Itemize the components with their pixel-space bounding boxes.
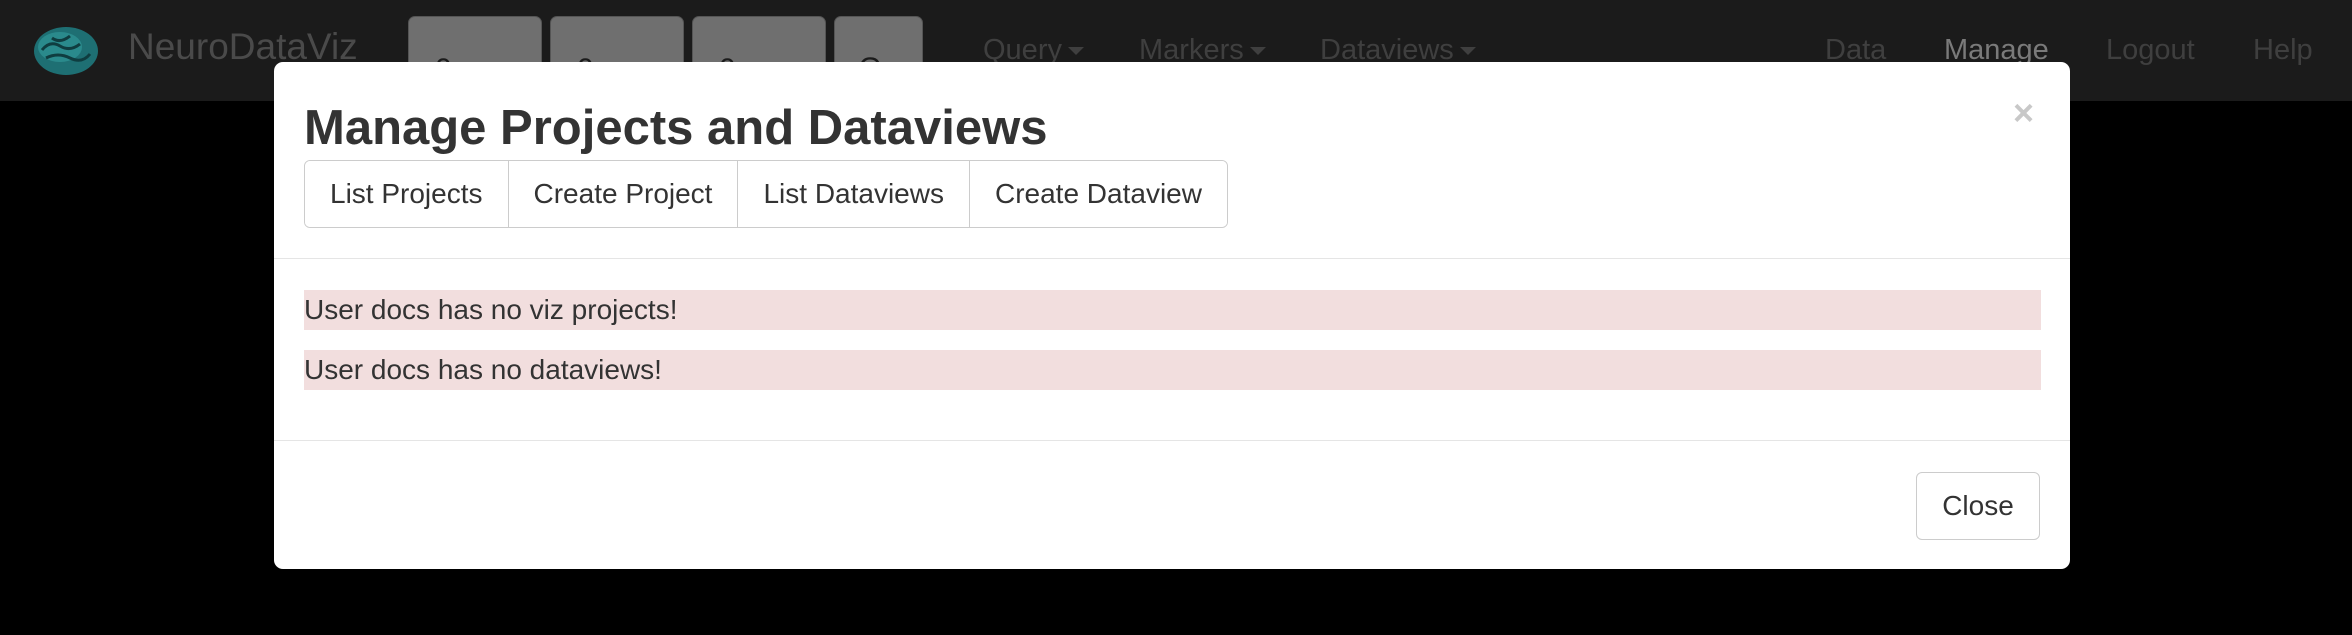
- list-dataviews-button[interactable]: List Dataviews: [738, 161, 970, 227]
- create-project-button[interactable]: Create Project: [508, 161, 739, 227]
- create-dataview-button[interactable]: Create Dataview: [969, 161, 1227, 227]
- modal-title: Manage Projects and Dataviews: [304, 101, 1048, 155]
- modal-tab-group: List Projects Create Project List Datavi…: [304, 160, 1228, 228]
- caret-down-icon: [1459, 47, 1476, 56]
- caret-down-icon: [1249, 47, 1266, 56]
- manage-modal: Manage Projects and Dataviews × List Pro…: [274, 62, 2070, 569]
- modal-footer: Close: [274, 440, 2070, 569]
- modal-body: User docs has no viz projects! User docs…: [304, 290, 2041, 410]
- modal-header: Manage Projects and Dataviews × List Pro…: [274, 62, 2070, 259]
- nav-link-logout[interactable]: Logout: [2106, 34, 2195, 67]
- close-icon[interactable]: ×: [2013, 92, 2034, 134]
- list-projects-button[interactable]: List Projects: [305, 161, 509, 227]
- no-dataviews-alert: User docs has no dataviews!: [304, 350, 2041, 390]
- nav-link-help[interactable]: Help: [2253, 34, 2313, 67]
- caret-down-icon: [1067, 47, 1084, 56]
- brain-logo-icon[interactable]: [30, 22, 100, 78]
- no-projects-alert: User docs has no viz projects!: [304, 290, 2041, 330]
- close-button[interactable]: Close: [1916, 472, 2040, 540]
